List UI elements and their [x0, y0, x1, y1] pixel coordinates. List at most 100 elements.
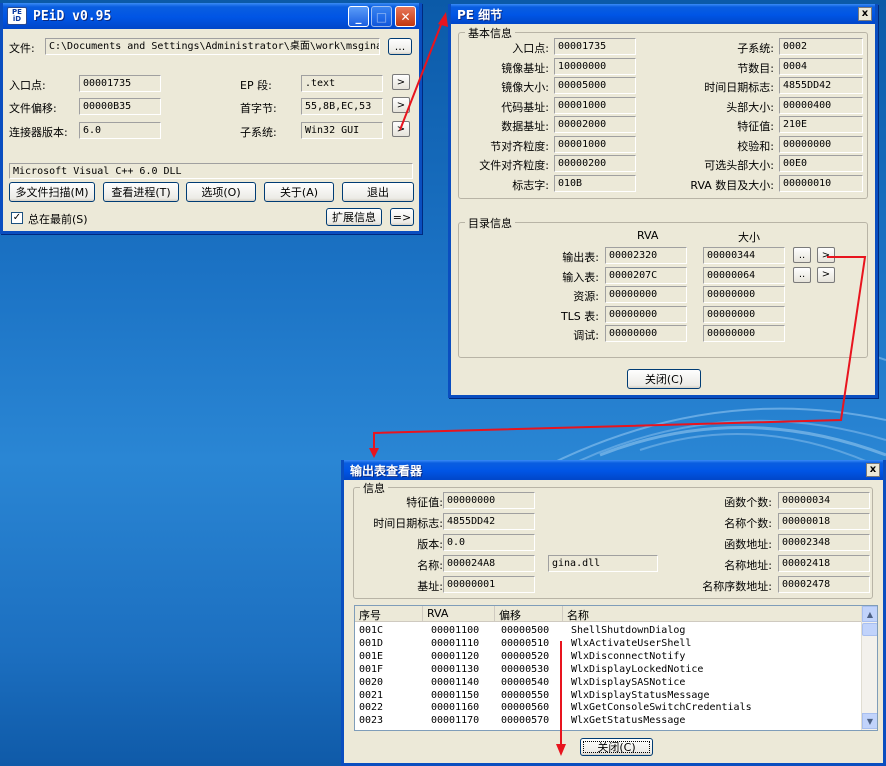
file-offset-field[interactable]: 00000B35	[79, 98, 161, 115]
export-titlebar[interactable]: 输出表查看器 x	[344, 460, 883, 480]
maximize-button[interactable]: □	[371, 6, 392, 27]
directory-size-field[interactable]: 00000344	[703, 247, 785, 264]
col-ordinal[interactable]: 序号	[355, 606, 423, 622]
pe-left-field[interactable]: 010B	[554, 174, 636, 192]
directory-info-group: 目录信息 RVA 大小 输出表: 00002320 00000344.. > 输入表: 0…	[458, 215, 868, 358]
table-row[interactable]: 0023 00001170 00000570 WlxGetStatusMessage	[355, 715, 861, 728]
subsystem-arrow-button[interactable]: >	[392, 121, 410, 137]
pe-left-field[interactable]: 00005000	[554, 77, 636, 94]
file-path-field[interactable]: C:\Documents and Settings\Administrator\…	[45, 38, 380, 55]
stay-on-top-label[interactable]: 总在最前(S)	[28, 211, 88, 227]
scroll-down-icon[interactable]: ▼	[862, 713, 877, 729]
num-funcs-field[interactable]: 00000034	[778, 492, 870, 509]
browse-button[interactable]: ...	[388, 38, 412, 55]
first-bytes-label: 首字节:	[240, 102, 277, 115]
row-ordinal: 001C	[359, 625, 384, 636]
directory-size-field[interactable]: 00000000	[703, 305, 785, 323]
table-row[interactable]: 0022 00001160 00000560 WlxGetConsoleSwitchC…	[355, 702, 861, 715]
directory-arrow-button[interactable]: >	[817, 266, 835, 283]
pe-right-field[interactable]: 4855DD42	[779, 77, 863, 94]
about-button[interactable]: 关于(A)	[264, 182, 334, 202]
pe-left-field[interactable]: 00000200	[554, 155, 636, 172]
col-rva[interactable]: RVA	[423, 606, 495, 622]
ext-info-button[interactable]: 扩展信息	[326, 208, 382, 226]
pe-close-icon[interactable]: x	[858, 7, 872, 21]
directory-size-field[interactable]: 00000064	[703, 266, 785, 284]
pe-left-field[interactable]: 10000000	[554, 57, 636, 75]
pe-right-label: 校验和:	[737, 139, 774, 153]
directory-size-field[interactable]: 00000000	[703, 286, 785, 303]
name-rva-field[interactable]: 000024A8	[443, 555, 535, 572]
base-field[interactable]: 00000001	[443, 576, 535, 593]
directory-rva-field[interactable]: 00002320	[605, 247, 687, 264]
pe-left-field[interactable]: 00001000	[554, 96, 636, 114]
table-row[interactable]: 001F 00001130 00000530 WlxDisplayLockedNoti…	[355, 664, 861, 677]
table-row[interactable]: 0021 00001150 00000550 WlxDisplayStatusMess…	[355, 690, 861, 703]
characteristics-field[interactable]: 00000000	[443, 492, 535, 509]
options-button[interactable]: 选项(O)	[186, 182, 256, 202]
row-offset: 00000550	[501, 689, 550, 701]
pe-left-field[interactable]: 00001735	[554, 38, 636, 55]
func-addr-field[interactable]: 00002348	[778, 534, 870, 551]
entry-field[interactable]: 00001735	[79, 75, 161, 92]
name-string-field[interactable]: gina.dll	[548, 555, 658, 572]
export-close-button[interactable]: 关闭(C)	[580, 738, 653, 756]
main-title: PEiD v0.95	[33, 8, 112, 24]
pe-right-field[interactable]: 210E	[779, 116, 863, 133]
close-button[interactable]: ✕	[395, 6, 416, 27]
linker-field[interactable]: 6.0	[79, 122, 161, 139]
directory-rva-field[interactable]: 0000207C	[605, 266, 687, 284]
pe-right-field[interactable]: 00000000	[779, 135, 863, 153]
name-addr-label: 名称地址:	[724, 559, 772, 572]
first-bytes-arrow-button[interactable]: >	[392, 97, 410, 113]
pe-left-field[interactable]: 00002000	[554, 116, 636, 133]
scroll-up-icon[interactable]: ▲	[862, 606, 877, 622]
directory-rva-field[interactable]: 00000000	[605, 305, 687, 323]
pe-left-label: 节对齐粒度:	[490, 139, 549, 153]
version-field[interactable]: 0.0	[443, 534, 535, 551]
col-offset[interactable]: 偏移	[495, 606, 563, 622]
stay-on-top-checkbox[interactable]: ✓	[11, 212, 23, 224]
first-bytes-field[interactable]: 55,8B,EC,53	[301, 98, 383, 115]
export-list[interactable]: 序号 RVA 偏移 名称 001C 00001100 00000500 ShellSh…	[354, 605, 878, 731]
process-button[interactable]: 查看进程(T)	[103, 182, 179, 202]
pe-details-window: PE 细节 x 基本信息 入口点: 00001735 镜像基址: 10000000 镜像…	[448, 4, 878, 398]
minimize-button[interactable]: _	[348, 6, 369, 27]
pe-right-field[interactable]: 0002	[779, 38, 863, 55]
pe-right-field[interactable]: 00000400	[779, 96, 863, 114]
pe-close-button[interactable]: 关闭(C)	[627, 369, 701, 389]
directory-arrow-button[interactable]: >	[817, 247, 835, 263]
multi-scan-button[interactable]: 多文件扫描(M)	[9, 182, 95, 202]
ep-section-field[interactable]: .text	[301, 75, 383, 92]
exit-button[interactable]: 退出	[342, 182, 414, 202]
col-name[interactable]: 名称	[563, 606, 863, 622]
table-row[interactable]: 001C 00001100 00000500 ShellShutdownDialog	[355, 625, 861, 638]
table-row[interactable]: 001D 00001110 00000510 WlxActivateUserShell	[355, 638, 861, 651]
directory-size-field[interactable]: 00000000	[703, 325, 785, 342]
directory-rva-field[interactable]: 00000000	[605, 286, 687, 303]
pe-right-field[interactable]: 0004	[779, 57, 863, 75]
export-scrollbar[interactable]: ▲ ▼	[861, 606, 877, 730]
next-button[interactable]: =>	[390, 208, 414, 226]
row-ordinal: 001E	[359, 650, 384, 662]
pe-right-field[interactable]: 00E0	[779, 155, 863, 172]
table-row[interactable]: 0020 00001140 00000540 WlxDisplaySASNotice	[355, 677, 861, 690]
ep-section-arrow-button[interactable]: >	[392, 74, 410, 90]
export-close-icon[interactable]: x	[866, 463, 880, 477]
file-label: 文件:	[9, 42, 35, 55]
table-row[interactable]: 001E 00001120 00000520 WlxDisconnectNotify	[355, 651, 861, 664]
directory-dots-button[interactable]: ..	[793, 247, 811, 263]
pe-right-field[interactable]: 00000010	[779, 174, 863, 192]
directory-rva-field[interactable]: 00000000	[605, 325, 687, 342]
characteristics-label: 特征值:	[406, 496, 443, 509]
subsystem-field[interactable]: Win32 GUI	[301, 122, 383, 139]
timestamp-field[interactable]: 4855DD42	[443, 513, 535, 530]
directory-dots-button[interactable]: ..	[793, 266, 811, 283]
main-titlebar[interactable]: PE iD PEiD v0.95 _ □ ✕	[3, 3, 419, 29]
pe-left-field[interactable]: 00001000	[554, 135, 636, 153]
ordinal-addr-field[interactable]: 00002478	[778, 576, 870, 593]
pe-titlebar[interactable]: PE 细节 x	[451, 4, 875, 24]
name-addr-field[interactable]: 00002418	[778, 555, 870, 572]
scroll-thumb[interactable]	[862, 623, 877, 636]
num-names-field[interactable]: 00000018	[778, 513, 870, 530]
